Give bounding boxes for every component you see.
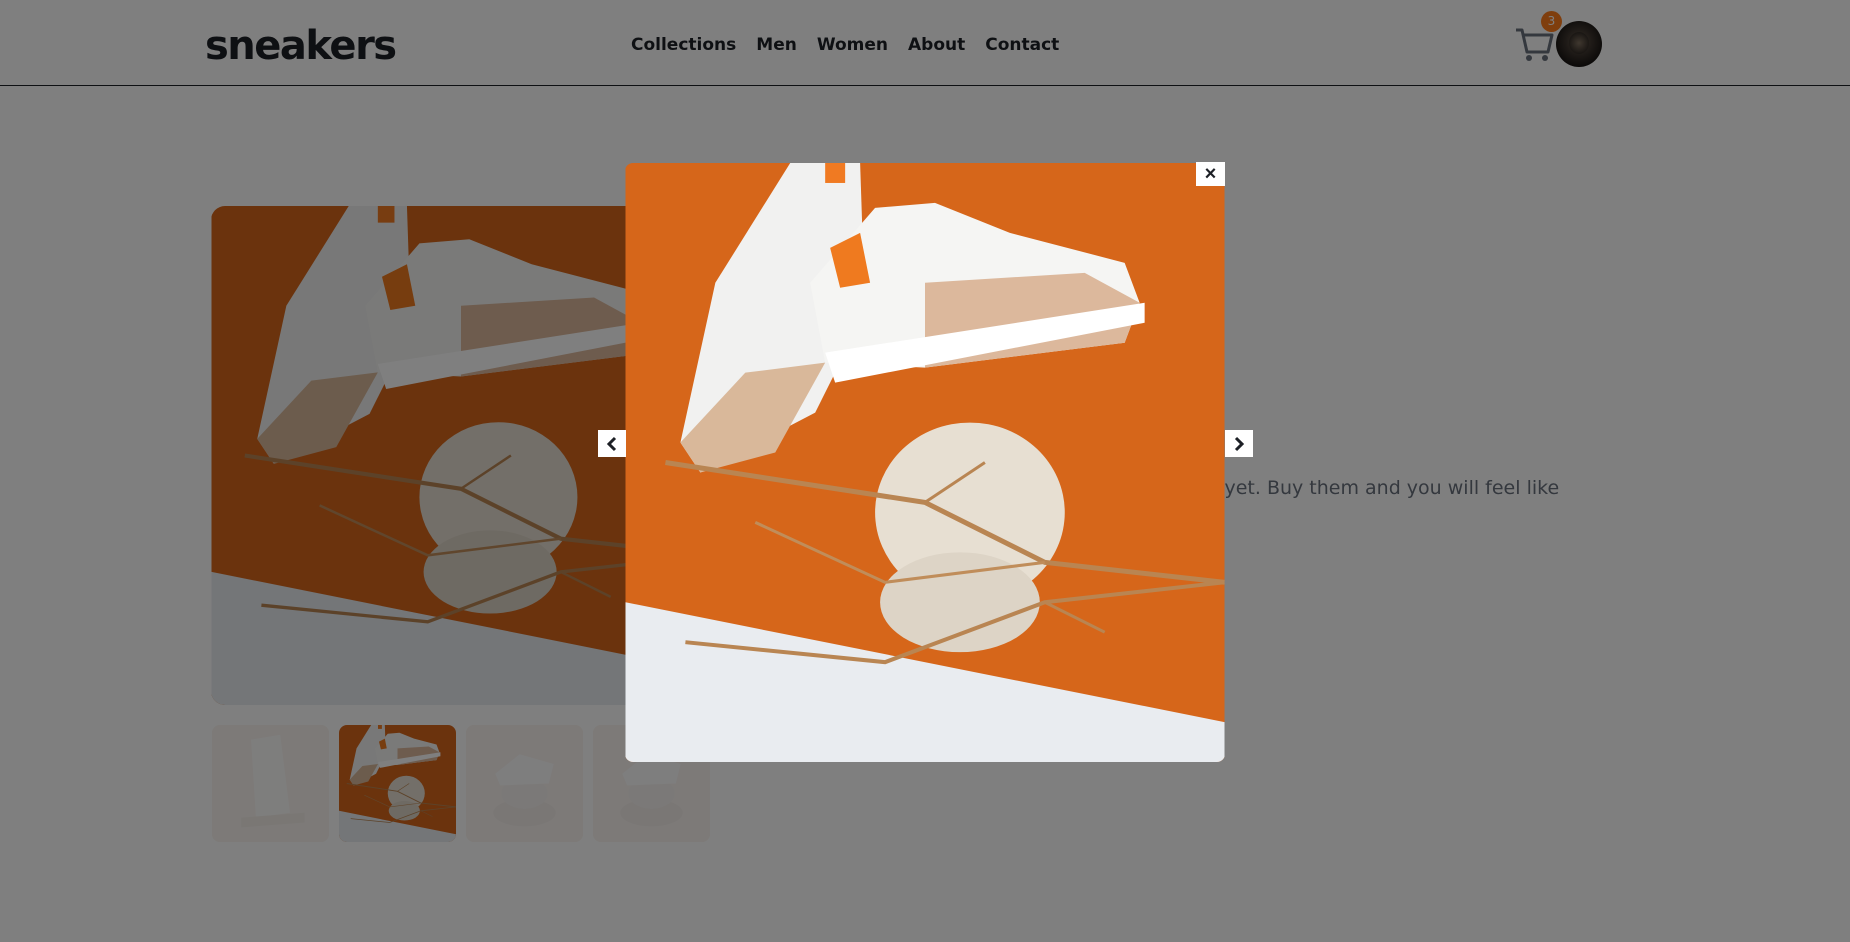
chevron-right-icon[interactable] (1225, 430, 1253, 457)
chevron-left-icon[interactable] (598, 430, 626, 457)
close-icon[interactable]: × (1196, 162, 1225, 186)
lightbox-image (625, 163, 1225, 762)
